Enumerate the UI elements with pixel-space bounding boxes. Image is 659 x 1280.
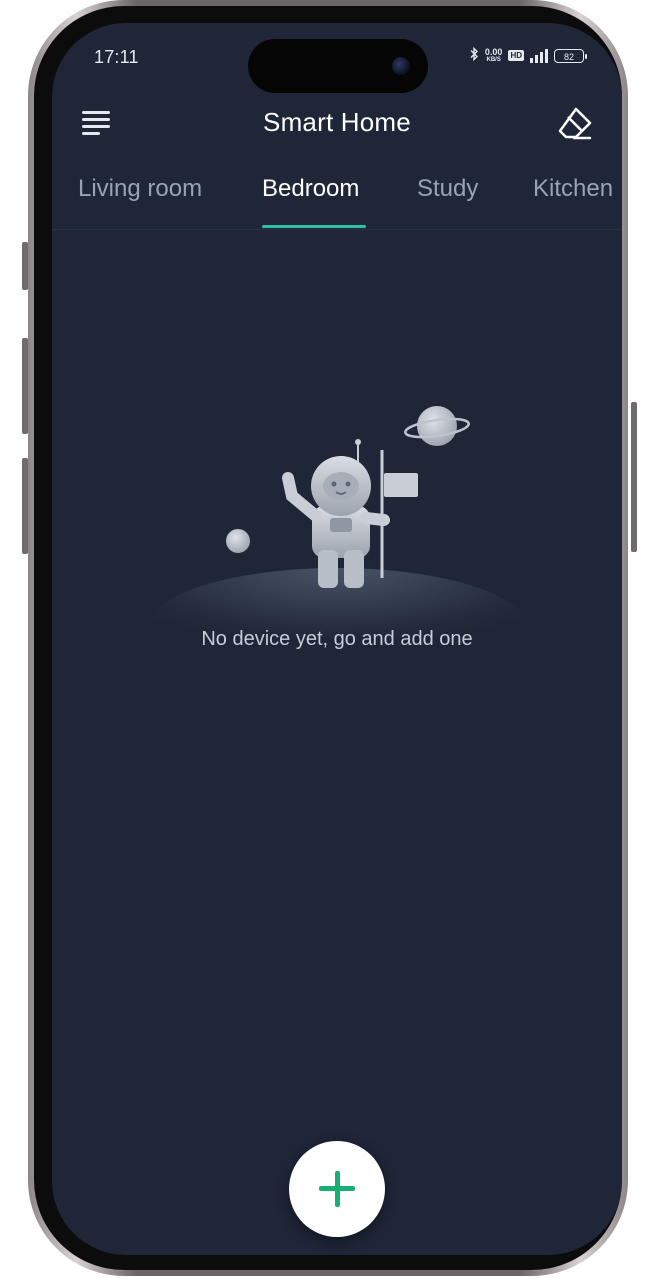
status-icons: 0.00 KB/S HD 82	[469, 46, 587, 64]
tab-bedroom[interactable]: Bedroom	[262, 175, 359, 203]
page-title: Smart Home	[263, 107, 411, 137]
room-tabs: Living room Bedroom Study Kitchen	[52, 173, 622, 230]
camera-icon	[392, 57, 410, 75]
network-speed-value: 0.00	[484, 46, 503, 57]
hd-badge: HD	[508, 50, 524, 61]
network-speed-unit: KB/S	[486, 56, 501, 63]
power-button	[631, 402, 637, 552]
empty-state-message: No device yet, go and add one	[201, 628, 473, 650]
app-header: Smart Home	[52, 101, 622, 145]
battery-icon: 82	[554, 48, 587, 63]
bluetooth-icon	[469, 46, 479, 64]
eraser-icon[interactable]	[556, 105, 594, 143]
active-tab-indicator	[262, 225, 366, 228]
device-mockup: 17:11 0.00 KB/S HD 82 Smart Home Living …	[0, 0, 659, 1280]
add-device-button[interactable]	[289, 1141, 385, 1237]
app-screen: 17:11 0.00 KB/S HD 82 Smart Home Living …	[52, 23, 622, 1255]
tab-living-room[interactable]: Living room	[78, 175, 202, 203]
astronaut-with-flag-icon	[147, 378, 527, 688]
signal-icon	[530, 48, 548, 63]
tab-kitchen[interactable]: Kitchen	[533, 175, 613, 203]
dynamic-island	[248, 39, 428, 93]
status-time: 17:11	[94, 47, 139, 67]
tab-study[interactable]: Study	[417, 175, 478, 203]
plus-icon-vertical	[334, 1171, 340, 1207]
network-speed: 0.00 KB/S	[484, 46, 503, 64]
